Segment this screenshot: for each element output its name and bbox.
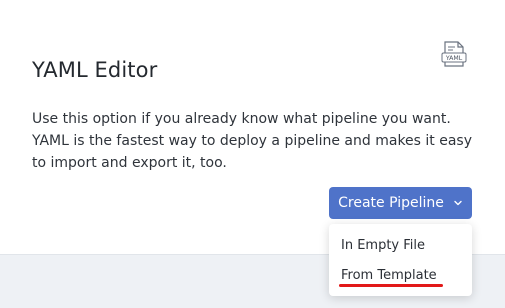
yaml-editor-card: YAML YAML Editor Use this option if you … [0,0,505,254]
card-title: YAML Editor [32,58,158,82]
menu-item-label: From Template [341,267,437,283]
menu-item-label: In Empty File [341,237,426,253]
svg-text:YAML: YAML [445,55,463,62]
chevron-down-icon [454,200,462,206]
card-description: Use this option if you already know what… [32,111,473,171]
menu-item-in-empty-file[interactable]: In Empty File [329,230,472,260]
yaml-file-icon: YAML [441,41,467,67]
create-pipeline-button[interactable]: Create Pipeline [329,187,472,219]
red-highlight-underline [339,284,443,287]
create-pipeline-label: Create Pipeline [338,195,444,211]
